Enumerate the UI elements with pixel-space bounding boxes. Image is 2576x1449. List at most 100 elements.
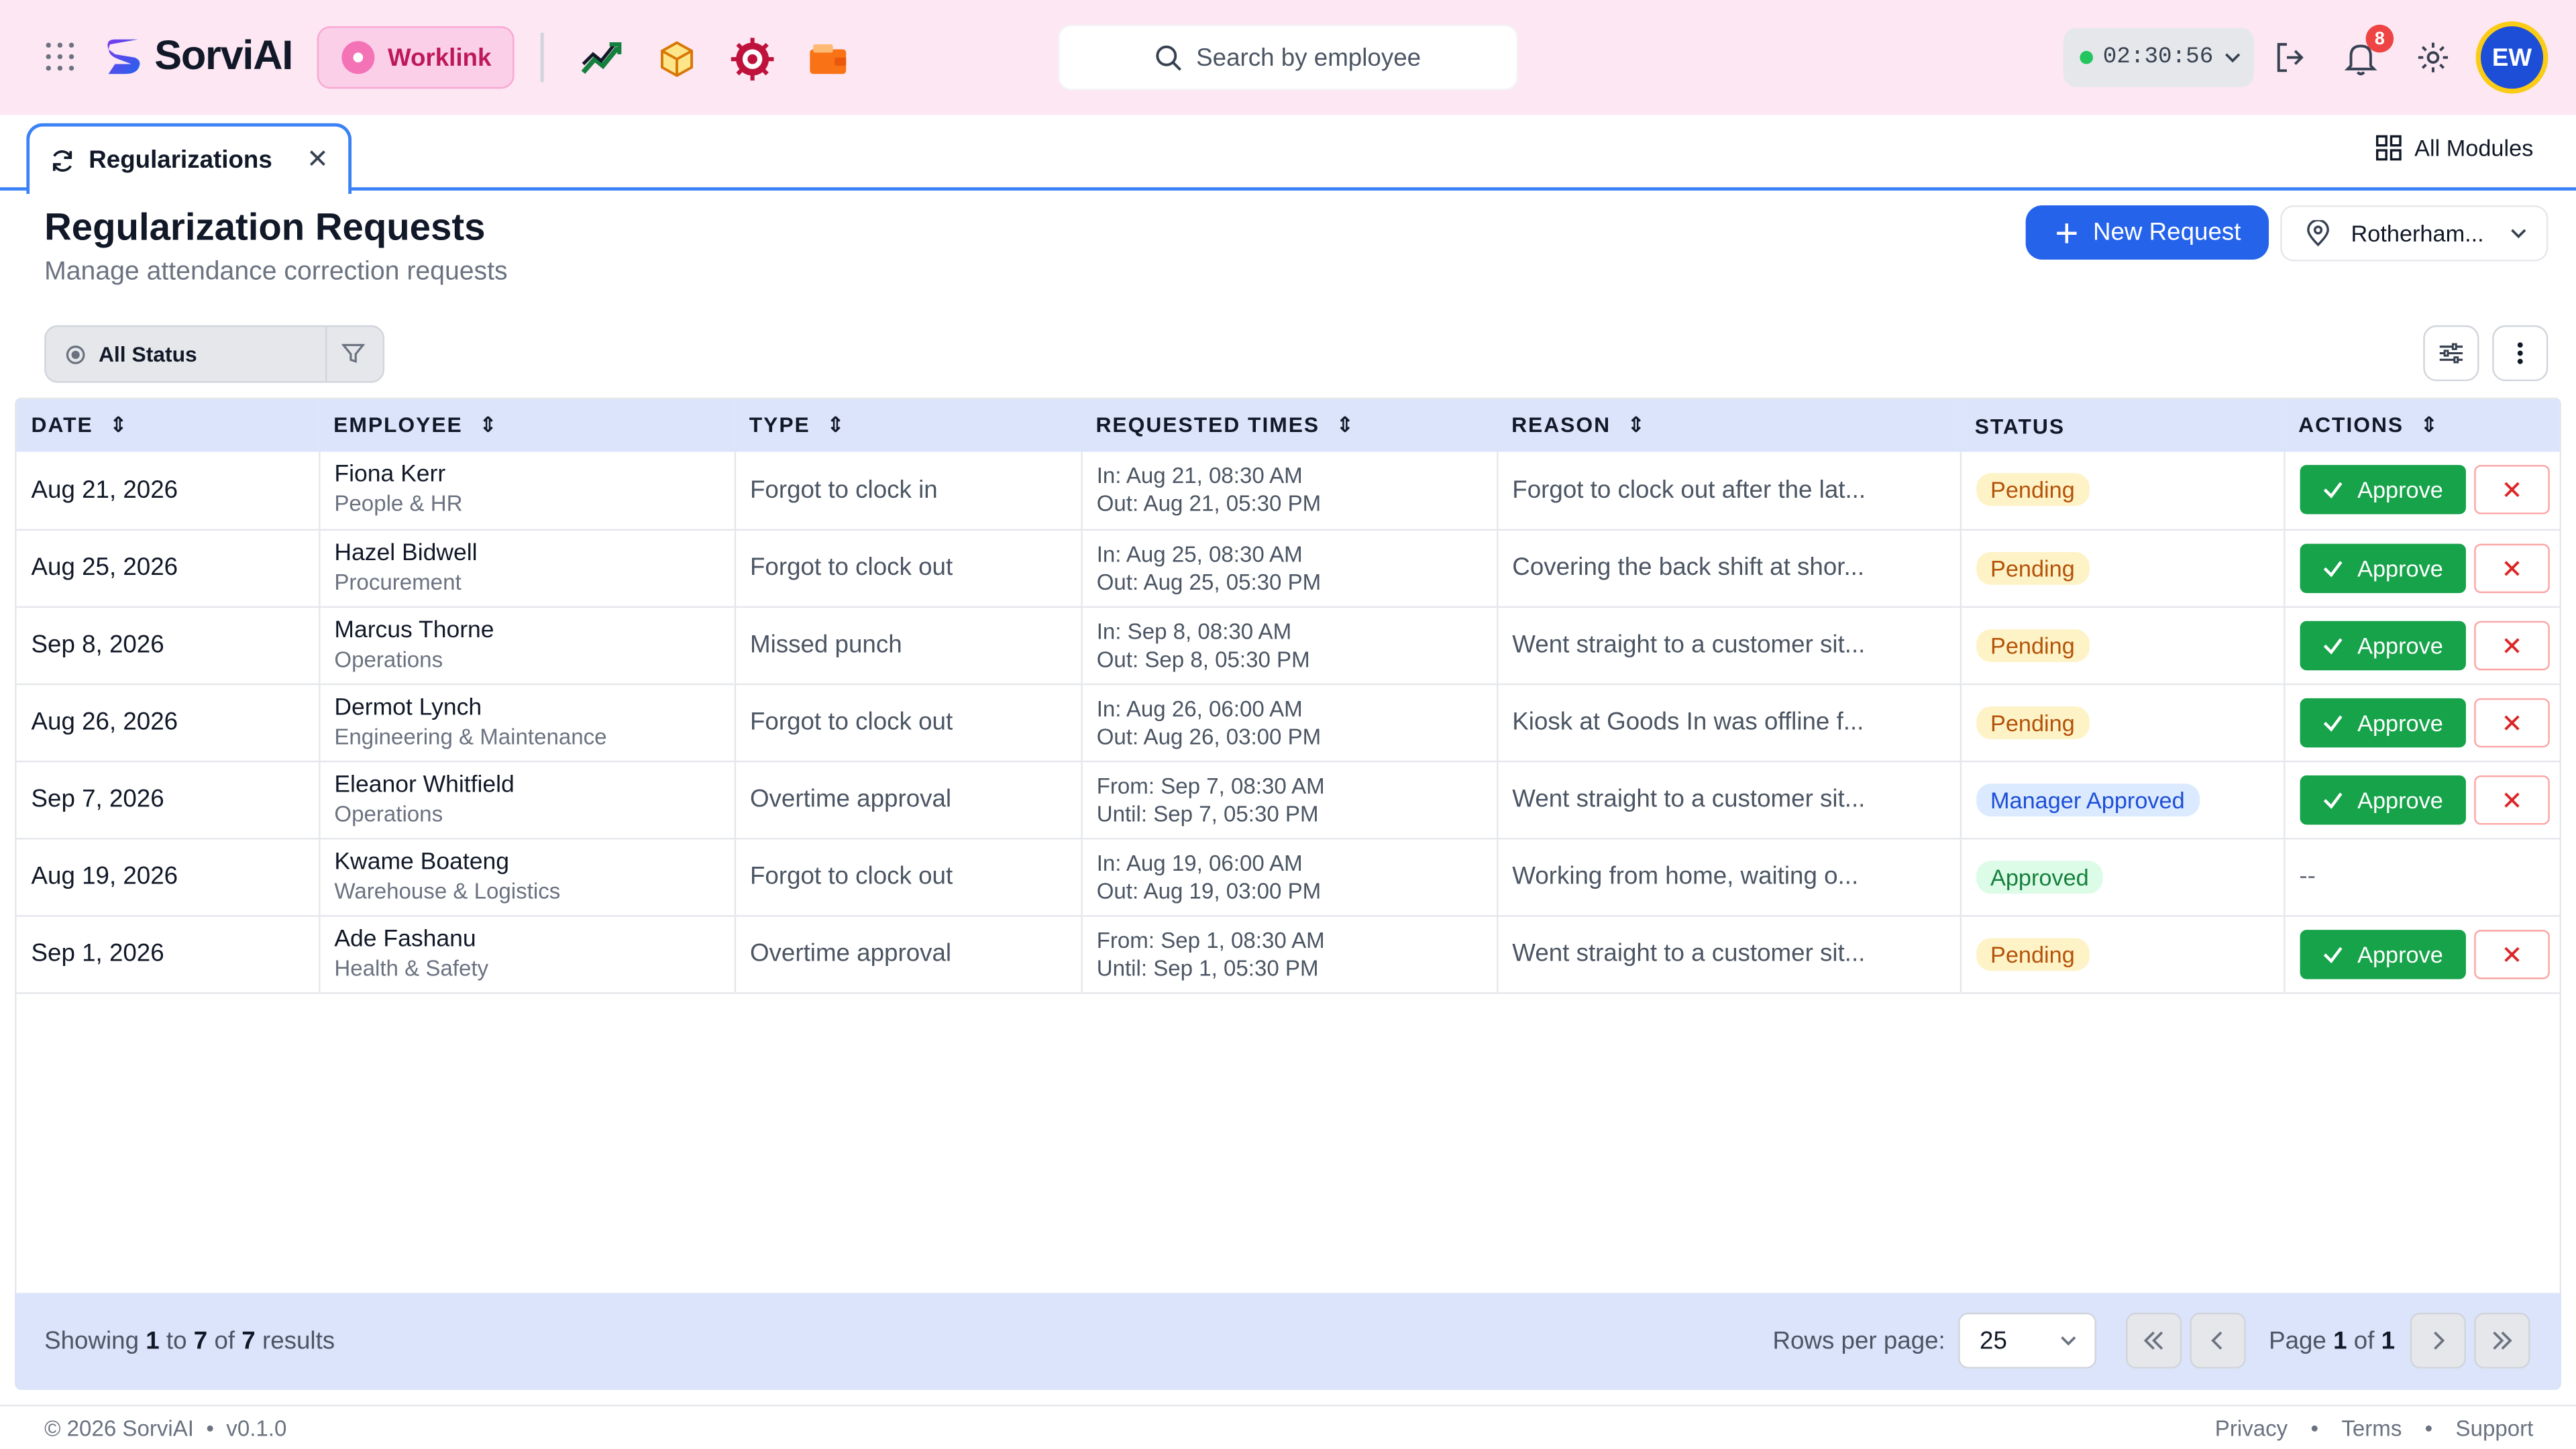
close-icon <box>2504 792 2519 807</box>
app-launcher-icon[interactable] <box>43 40 79 76</box>
column-header-actions[interactable]: ACTIONS ⇕ <box>2284 399 2559 451</box>
approve-button[interactable]: Approve <box>2299 774 2465 824</box>
column-header-date[interactable]: DATE ⇕ <box>16 399 319 451</box>
employee-name[interactable]: Fiona Kerr <box>334 462 733 490</box>
page-footer: © 2026 SorviAI • v0.1.0 Privacy • Terms … <box>0 1404 2576 1449</box>
table-row[interactable]: Aug 25, 2026 Hazel Bidwell Procurement Forg… <box>16 529 2560 606</box>
reject-button[interactable] <box>2473 774 2549 824</box>
chevrons-left-icon <box>2143 1331 2163 1350</box>
analytics-icon[interactable] <box>578 36 625 83</box>
approve-button[interactable]: Approve <box>2299 620 2465 669</box>
plus-icon <box>2057 222 2077 243</box>
refresh-icon <box>52 149 72 171</box>
table-row[interactable]: Aug 26, 2026 Dermot Lynch Engineering & Ma… <box>16 683 2560 761</box>
table-row[interactable]: Sep 8, 2026 Marcus Thorne Operations Missed… <box>16 606 2560 684</box>
user-avatar[interactable]: EW <box>2475 21 2548 94</box>
last-page-button[interactable] <box>2474 1312 2530 1369</box>
chevron-down-icon <box>2511 229 2526 239</box>
box-icon[interactable] <box>654 36 700 83</box>
column-header-status: STATUS <box>1974 413 2065 438</box>
column-header-reason[interactable]: REASON ⇕ <box>1497 399 1960 451</box>
next-page-button[interactable] <box>2410 1312 2466 1369</box>
column-settings-button[interactable] <box>2423 325 2479 382</box>
cell-reason: Forgot to clock out after the lat... <box>1497 451 1961 529</box>
cell-date: Sep 7, 2026 <box>16 760 320 838</box>
filter-icon[interactable] <box>341 341 365 364</box>
first-page-button[interactable] <box>2126 1312 2182 1369</box>
check-icon <box>2323 792 2343 808</box>
table-row[interactable]: Sep 7, 2026 Eleanor Whitfield Operations Ov… <box>16 760 2560 838</box>
sort-icon: ⇕ <box>479 413 498 438</box>
brand-logo[interactable]: SorviAI <box>99 30 293 82</box>
reject-button[interactable] <box>2473 697 2549 747</box>
page-indicator: Page 1 of 1 <box>2269 1327 2396 1356</box>
table-row[interactable]: Aug 21, 2026 Fiona Kerr People & HR Forgot … <box>16 451 2560 529</box>
table-row[interactable]: Aug 19, 2026 Kwame Boateng Warehouse & Log… <box>16 837 2560 916</box>
chevron-down-icon <box>2061 1336 2076 1346</box>
employee-name[interactable]: Hazel Bidwell <box>334 539 733 568</box>
reject-button[interactable] <box>2473 620 2549 669</box>
approve-button[interactable]: Approve <box>2299 697 2465 747</box>
logout-icon[interactable] <box>2272 40 2308 76</box>
close-icon <box>2504 946 2519 961</box>
employee-name[interactable]: Ade Fashanu <box>334 926 733 954</box>
cell-status: Pending <box>1960 915 2285 993</box>
table-header-row: DATE ⇕ EMPLOYEE ⇕ TYPE ⇕ REQUESTED TIMES ⇕ R… <box>16 399 2560 452</box>
table-row[interactable]: Sep 1, 2026 Ade Fashanu Health & Safety Ove… <box>16 915 2560 993</box>
wallet-icon[interactable] <box>805 36 851 83</box>
more-options-button[interactable] <box>2492 325 2548 382</box>
top-header: SorviAI Worklink Search by employee 02:3… <box>0 0 2576 115</box>
no-actions: -- <box>2299 862 2316 891</box>
reject-button[interactable] <box>2473 928 2549 979</box>
close-icon <box>2504 714 2519 730</box>
reject-button[interactable] <box>2473 543 2549 592</box>
page-title: Regularization Requests <box>44 205 486 248</box>
notification-badge: 8 <box>2365 24 2394 53</box>
location-value: Rotherham... <box>2351 220 2484 247</box>
chevron-down-icon <box>2225 53 2241 63</box>
column-header-requested-times[interactable]: REQUESTED TIMES ⇕ <box>1081 399 1497 451</box>
sort-icon: ⇕ <box>1627 413 1647 438</box>
cell-type: Forgot to clock out <box>734 683 1082 761</box>
cell-reason: Covering the back shift at shor... <box>1497 529 1961 606</box>
approve-button[interactable]: Approve <box>2299 465 2465 515</box>
cell-date: Aug 19, 2026 <box>16 837 320 916</box>
column-header-type[interactable]: TYPE ⇕ <box>735 399 1081 451</box>
employee-name[interactable]: Kwame Boateng <box>334 849 733 877</box>
footer-link-support[interactable]: Support <box>2456 1416 2534 1441</box>
employee-name[interactable]: Eleanor Whitfield <box>334 771 733 800</box>
settings-gear-icon[interactable] <box>2415 40 2451 76</box>
previous-page-button[interactable] <box>2190 1312 2246 1369</box>
column-header-employee[interactable]: EMPLOYEE ⇕ <box>319 399 735 451</box>
cell-type: Overtime approval <box>734 760 1082 838</box>
status-filter[interactable]: All Status <box>44 325 385 383</box>
check-icon <box>2323 946 2343 963</box>
employee-name[interactable]: Dermot Lynch <box>334 694 733 722</box>
cell-employee: Marcus Thorne Operations <box>319 606 735 684</box>
close-tab-icon[interactable]: ✕ <box>307 143 329 176</box>
attendance-timer[interactable]: 02:30:56 <box>2063 28 2255 87</box>
all-modules-button[interactable]: All Modules <box>2375 135 2533 161</box>
gear-target-icon[interactable] <box>729 36 775 83</box>
employee-name[interactable]: Marcus Thorne <box>334 617 733 645</box>
footer-link-terms[interactable]: Terms <box>2341 1416 2402 1441</box>
approve-button[interactable]: Approve <box>2299 543 2465 592</box>
location-select[interactable]: Rotherham... <box>2280 205 2548 262</box>
cell-employee: Ade Fashanu Health & Safety <box>319 915 735 993</box>
tab-regularizations[interactable]: Regularizations ✕ <box>26 123 352 194</box>
reject-button[interactable] <box>2473 465 2549 515</box>
footer-links: Privacy • Terms • Support <box>2214 1416 2534 1441</box>
cell-employee: Kwame Boateng Warehouse & Logistics <box>319 837 735 916</box>
footer-link-privacy[interactable]: Privacy <box>2215 1416 2288 1441</box>
rows-per-page-value: 25 <box>1980 1326 2007 1355</box>
cell-actions: -- <box>2284 838 2559 915</box>
employee-search-input[interactable]: Search by employee <box>1058 24 1518 91</box>
rows-per-page-select[interactable]: 25 <box>1958 1312 2096 1369</box>
cell-type: Forgot to clock out <box>734 837 1082 916</box>
cell-type: Forgot to clock in <box>734 451 1082 529</box>
close-icon <box>2504 559 2519 576</box>
cell-status: Manager Approved <box>1960 760 2285 838</box>
new-request-button[interactable]: New Request <box>2025 205 2269 260</box>
worklink-app-button[interactable]: Worklink <box>317 26 515 89</box>
approve-button[interactable]: Approve <box>2299 928 2465 979</box>
